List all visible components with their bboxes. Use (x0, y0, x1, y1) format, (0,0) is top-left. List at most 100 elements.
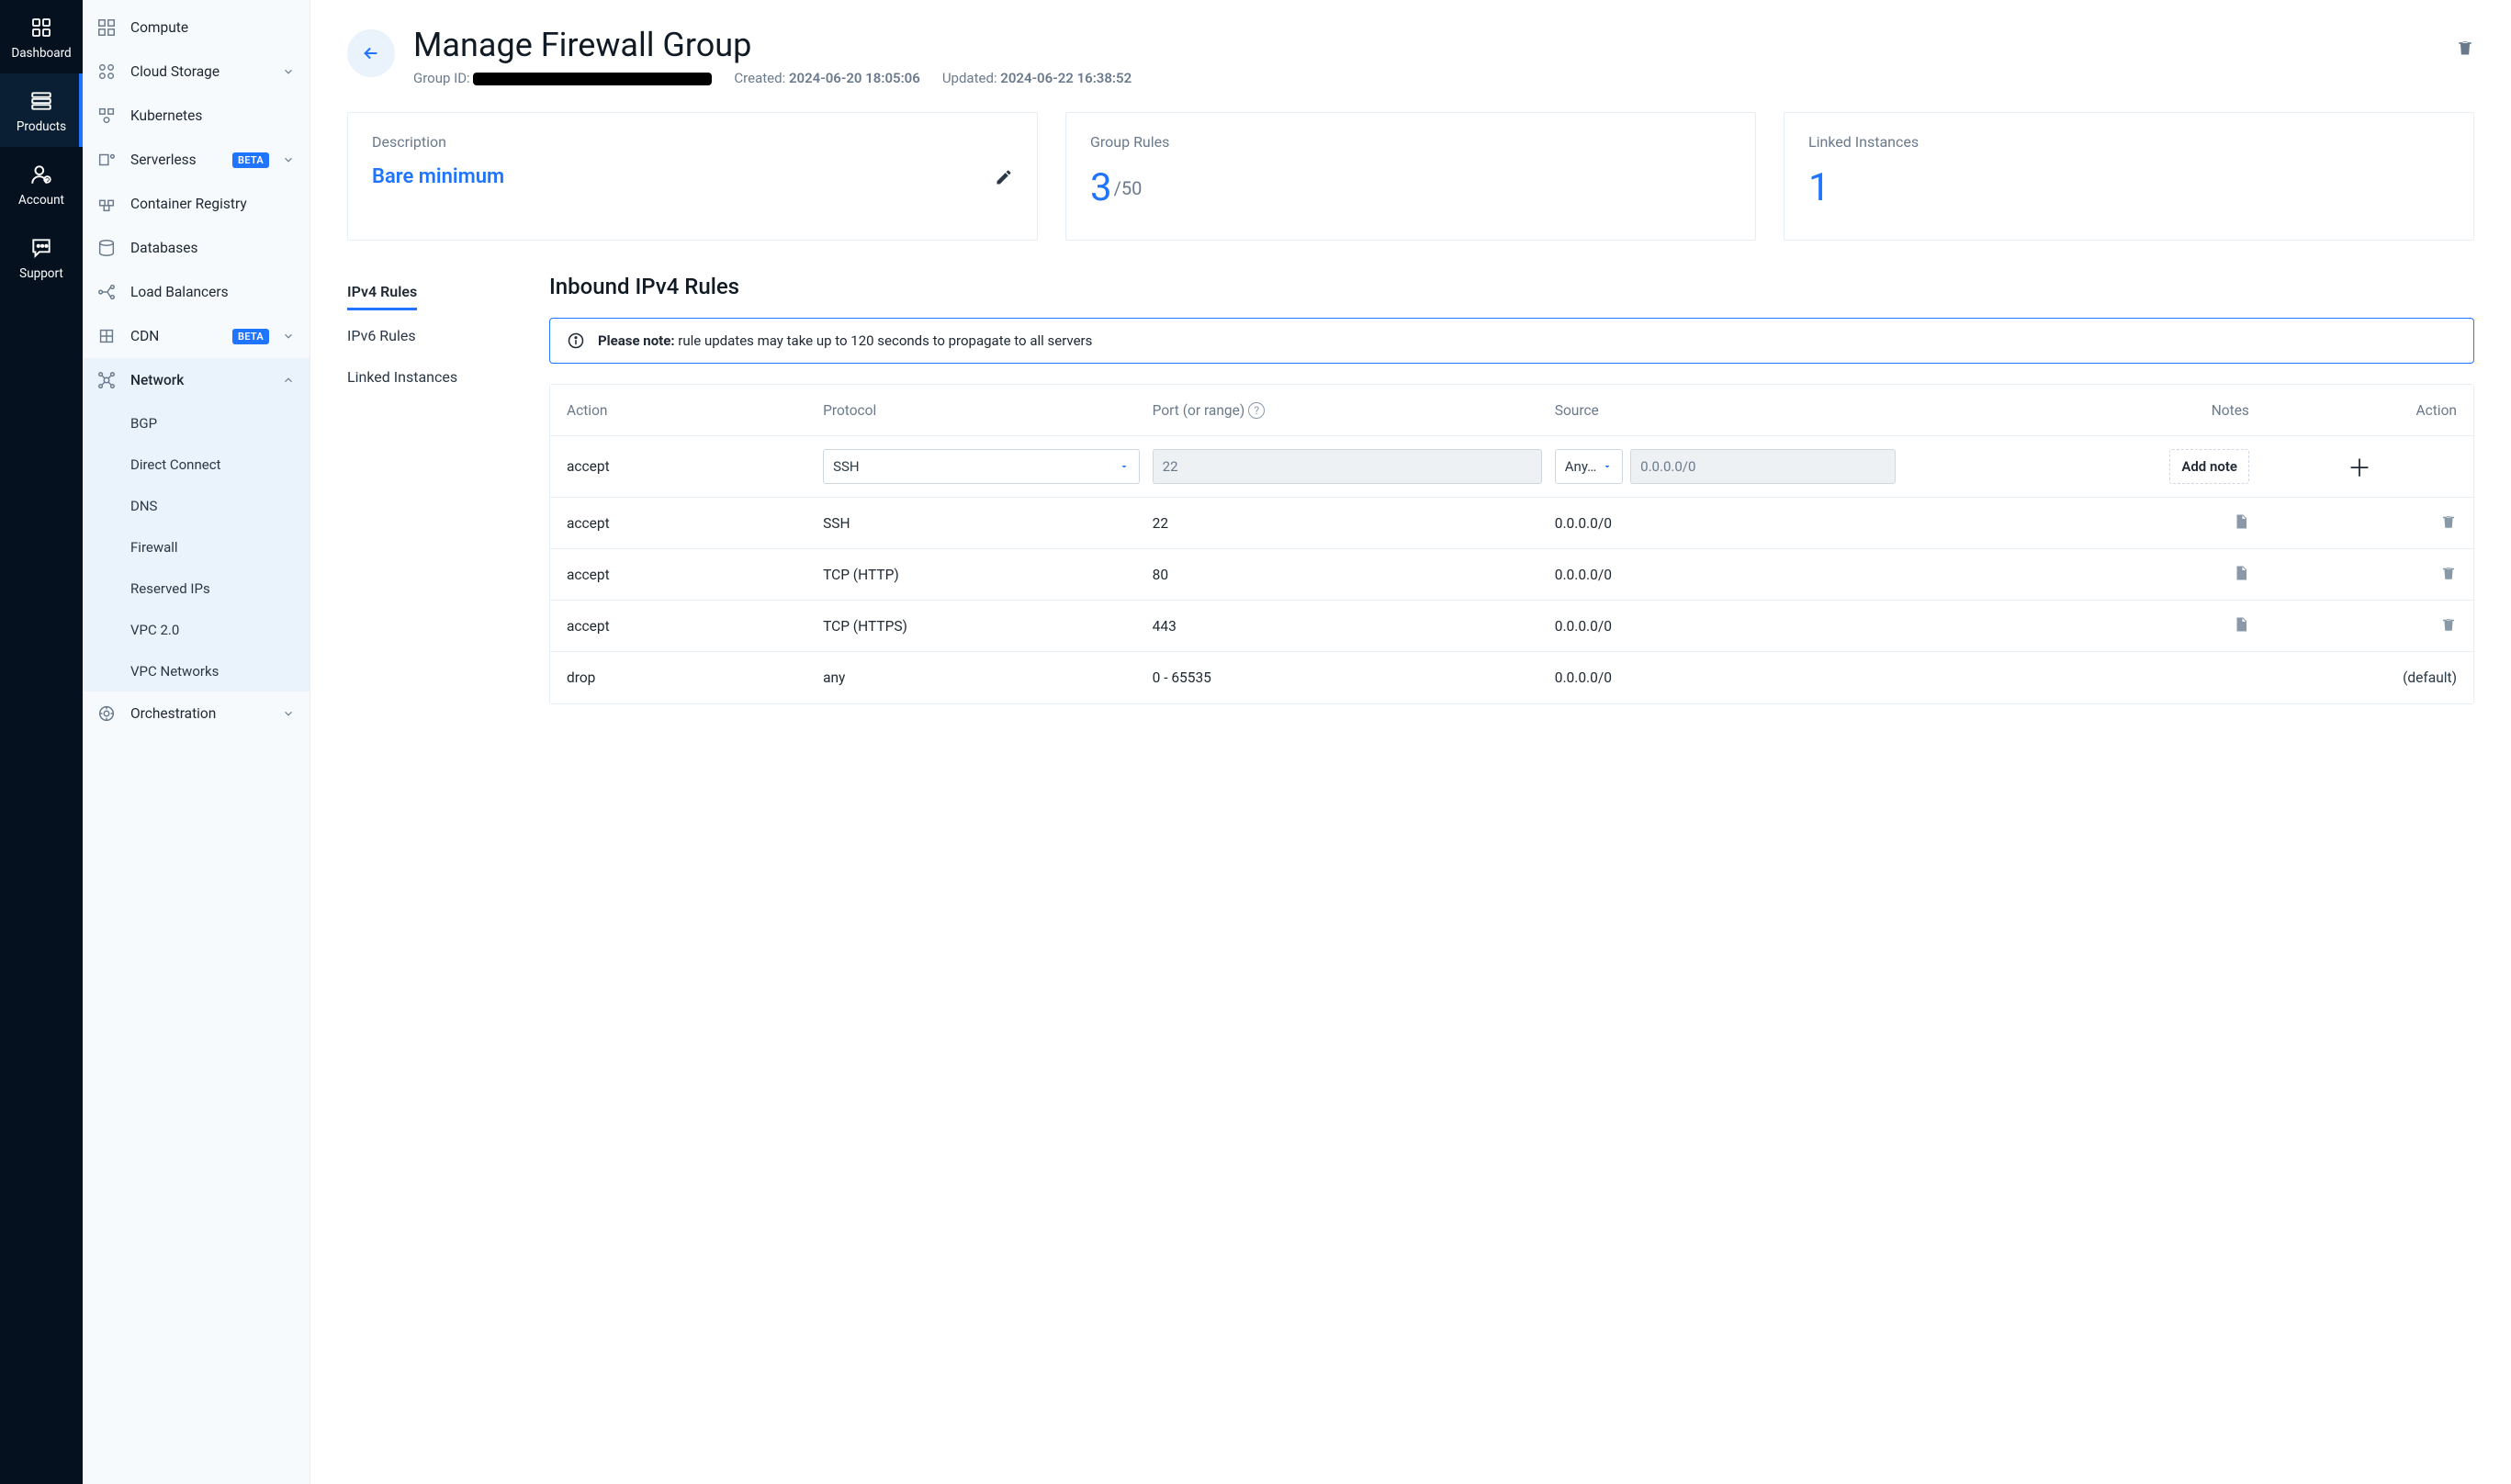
sidebar-item-container-registry[interactable]: Container Registry (83, 182, 310, 226)
sidebar-item-kubernetes[interactable]: Kubernetes (83, 94, 310, 138)
cloud-storage-icon (96, 61, 118, 83)
source-type-select[interactable]: Any… (1555, 449, 1623, 484)
trash-icon (2456, 39, 2474, 57)
delete-rule-button[interactable] (2440, 513, 2457, 530)
note-icon (2233, 616, 2249, 633)
description-value: Bare minimum (372, 165, 504, 188)
sidebar-item-cdn[interactable]: CDN BETA (83, 314, 310, 358)
sidebar-item-cloud-storage[interactable]: Cloud Storage (83, 50, 310, 94)
note-button[interactable] (2233, 513, 2249, 530)
linked-count: 1 (1808, 165, 1830, 210)
rail-item-dashboard[interactable]: Dashboard (0, 0, 83, 73)
trash-icon (2440, 513, 2457, 530)
updated-value: 2024-06-22 16:38:52 (1000, 70, 1132, 86)
note-button[interactable] (2233, 616, 2249, 633)
add-note-button[interactable]: Add note (2169, 449, 2249, 484)
sidebar-label: CDN (130, 328, 214, 344)
beta-badge: BETA (232, 152, 269, 168)
sidebar-item-orchestration[interactable]: Orchestration (83, 691, 310, 736)
sidebar-subitem-direct-connect[interactable]: Direct Connect (83, 444, 310, 485)
sidebar-label: Orchestration (130, 705, 269, 722)
table-row: accept TCP (HTTPS) 443 0.0.0.0/0 (550, 601, 2473, 652)
col-source: Source (1555, 402, 1896, 419)
new-rule-row: accept SSH 22 Any… 0.0.0.0/0 Ad (550, 436, 2473, 498)
note-icon (2233, 513, 2249, 530)
chevron-down-icon (282, 65, 295, 78)
col-protocol: Protocol (823, 402, 1140, 419)
rules-heading: Inbound IPv4 Rules (549, 274, 2474, 299)
table-row: accept SSH 22 0.0.0.0/0 (550, 498, 2473, 549)
network-icon (96, 369, 118, 391)
cell-protocol: any (823, 669, 1140, 686)
delete-rule-button[interactable] (2440, 616, 2457, 633)
trash-icon (2440, 616, 2457, 633)
sidebar-subitem-vpc-networks[interactable]: VPC Networks (83, 650, 310, 691)
cell-action: accept (567, 515, 810, 532)
cell-port: 0 - 65535 (1153, 669, 1542, 686)
cell-protocol: TCP (HTTP) (823, 567, 1140, 583)
sidebar-label: Container Registry (130, 196, 295, 212)
container-registry-icon (96, 193, 118, 215)
rail-item-support[interactable]: Support (0, 220, 83, 294)
sidebar-label: Cloud Storage (130, 63, 269, 80)
support-icon (28, 235, 54, 261)
sidebar-subitem-vpc-2[interactable]: VPC 2.0 (83, 609, 310, 650)
protocol-select[interactable]: SSH (823, 449, 1140, 484)
sidebar-subitem-bgp[interactable]: BGP (83, 402, 310, 444)
orchestration-icon (96, 703, 118, 725)
sidebar-subitem-reserved-ips[interactable]: Reserved IPs (83, 568, 310, 609)
notice-bold: Please note: (598, 332, 675, 349)
subtab-linked-instances[interactable]: Linked Instances (347, 359, 512, 397)
new-rule-action: accept (567, 458, 810, 475)
group-id-value-redacted (473, 73, 712, 85)
sidebar-item-databases[interactable]: Databases (83, 226, 310, 270)
note-icon (2233, 565, 2249, 581)
account-icon (28, 162, 54, 187)
port-input[interactable]: 22 (1153, 449, 1542, 484)
created-label: Created: (734, 70, 785, 86)
delete-group-button[interactable] (2456, 26, 2474, 57)
sidebar-subitem-firewall[interactable]: Firewall (83, 526, 310, 568)
card-linked-instances: Linked Instances 1 (1784, 112, 2474, 241)
source-value-input[interactable]: 0.0.0.0/0 (1630, 449, 1896, 484)
serverless-icon (96, 149, 118, 171)
sidebar-item-compute[interactable]: Compute (83, 6, 310, 50)
col-action: Action (567, 402, 810, 419)
note-button[interactable] (2233, 565, 2249, 581)
rail-item-account[interactable]: Account (0, 147, 83, 220)
cell-source: 0.0.0.0/0 (1555, 567, 1896, 583)
propagation-notice: Please note: rule updates may take up to… (549, 318, 2474, 364)
page-header: Manage Firewall Group Group ID: Created:… (347, 26, 2474, 86)
cell-action: accept (567, 618, 810, 635)
edit-description-button[interactable] (995, 168, 1013, 186)
cell-source: 0.0.0.0/0 (1555, 618, 1896, 635)
sidebar-item-serverless[interactable]: Serverless BETA (83, 138, 310, 182)
back-button[interactable] (347, 29, 395, 77)
sidebar-subitem-dns[interactable]: DNS (83, 485, 310, 526)
default-rule-row: drop any 0 - 65535 0.0.0.0/0 (default) (550, 652, 2473, 703)
subtabs: IPv4 Rules IPv6 Rules Linked Instances (347, 274, 512, 397)
rules-count: 3 (1090, 165, 1112, 210)
beta-badge: BETA (232, 329, 269, 344)
card-group-rules: Group Rules 3/50 (1065, 112, 1756, 241)
notice-text: rule updates may take up to 120 seconds … (675, 332, 1093, 349)
rail-item-products[interactable]: Products (0, 73, 83, 147)
pencil-icon (995, 168, 1013, 186)
delete-rule-button[interactable] (2440, 565, 2457, 581)
subtab-ipv6-rules[interactable]: IPv6 Rules (347, 318, 512, 355)
add-rule-button[interactable]: ＋ (2262, 450, 2457, 484)
created-value: 2024-06-20 18:05:06 (789, 70, 920, 86)
page-title: Manage Firewall Group (413, 26, 2438, 64)
database-icon (96, 237, 118, 259)
chevron-down-icon (282, 330, 295, 343)
help-icon[interactable]: ? (1248, 402, 1265, 419)
chevron-down-icon (1602, 461, 1613, 472)
dashboard-icon (28, 15, 54, 40)
default-tag: (default) (2262, 669, 2457, 686)
rail-label: Support (19, 266, 63, 281)
cell-protocol: TCP (HTTPS) (823, 618, 1140, 635)
col-action2: Action (2262, 402, 2457, 419)
sidebar-item-load-balancers[interactable]: Load Balancers (83, 270, 310, 314)
sidebar-item-network[interactable]: Network (83, 358, 310, 402)
subtab-ipv4-rules[interactable]: IPv4 Rules (347, 274, 417, 310)
